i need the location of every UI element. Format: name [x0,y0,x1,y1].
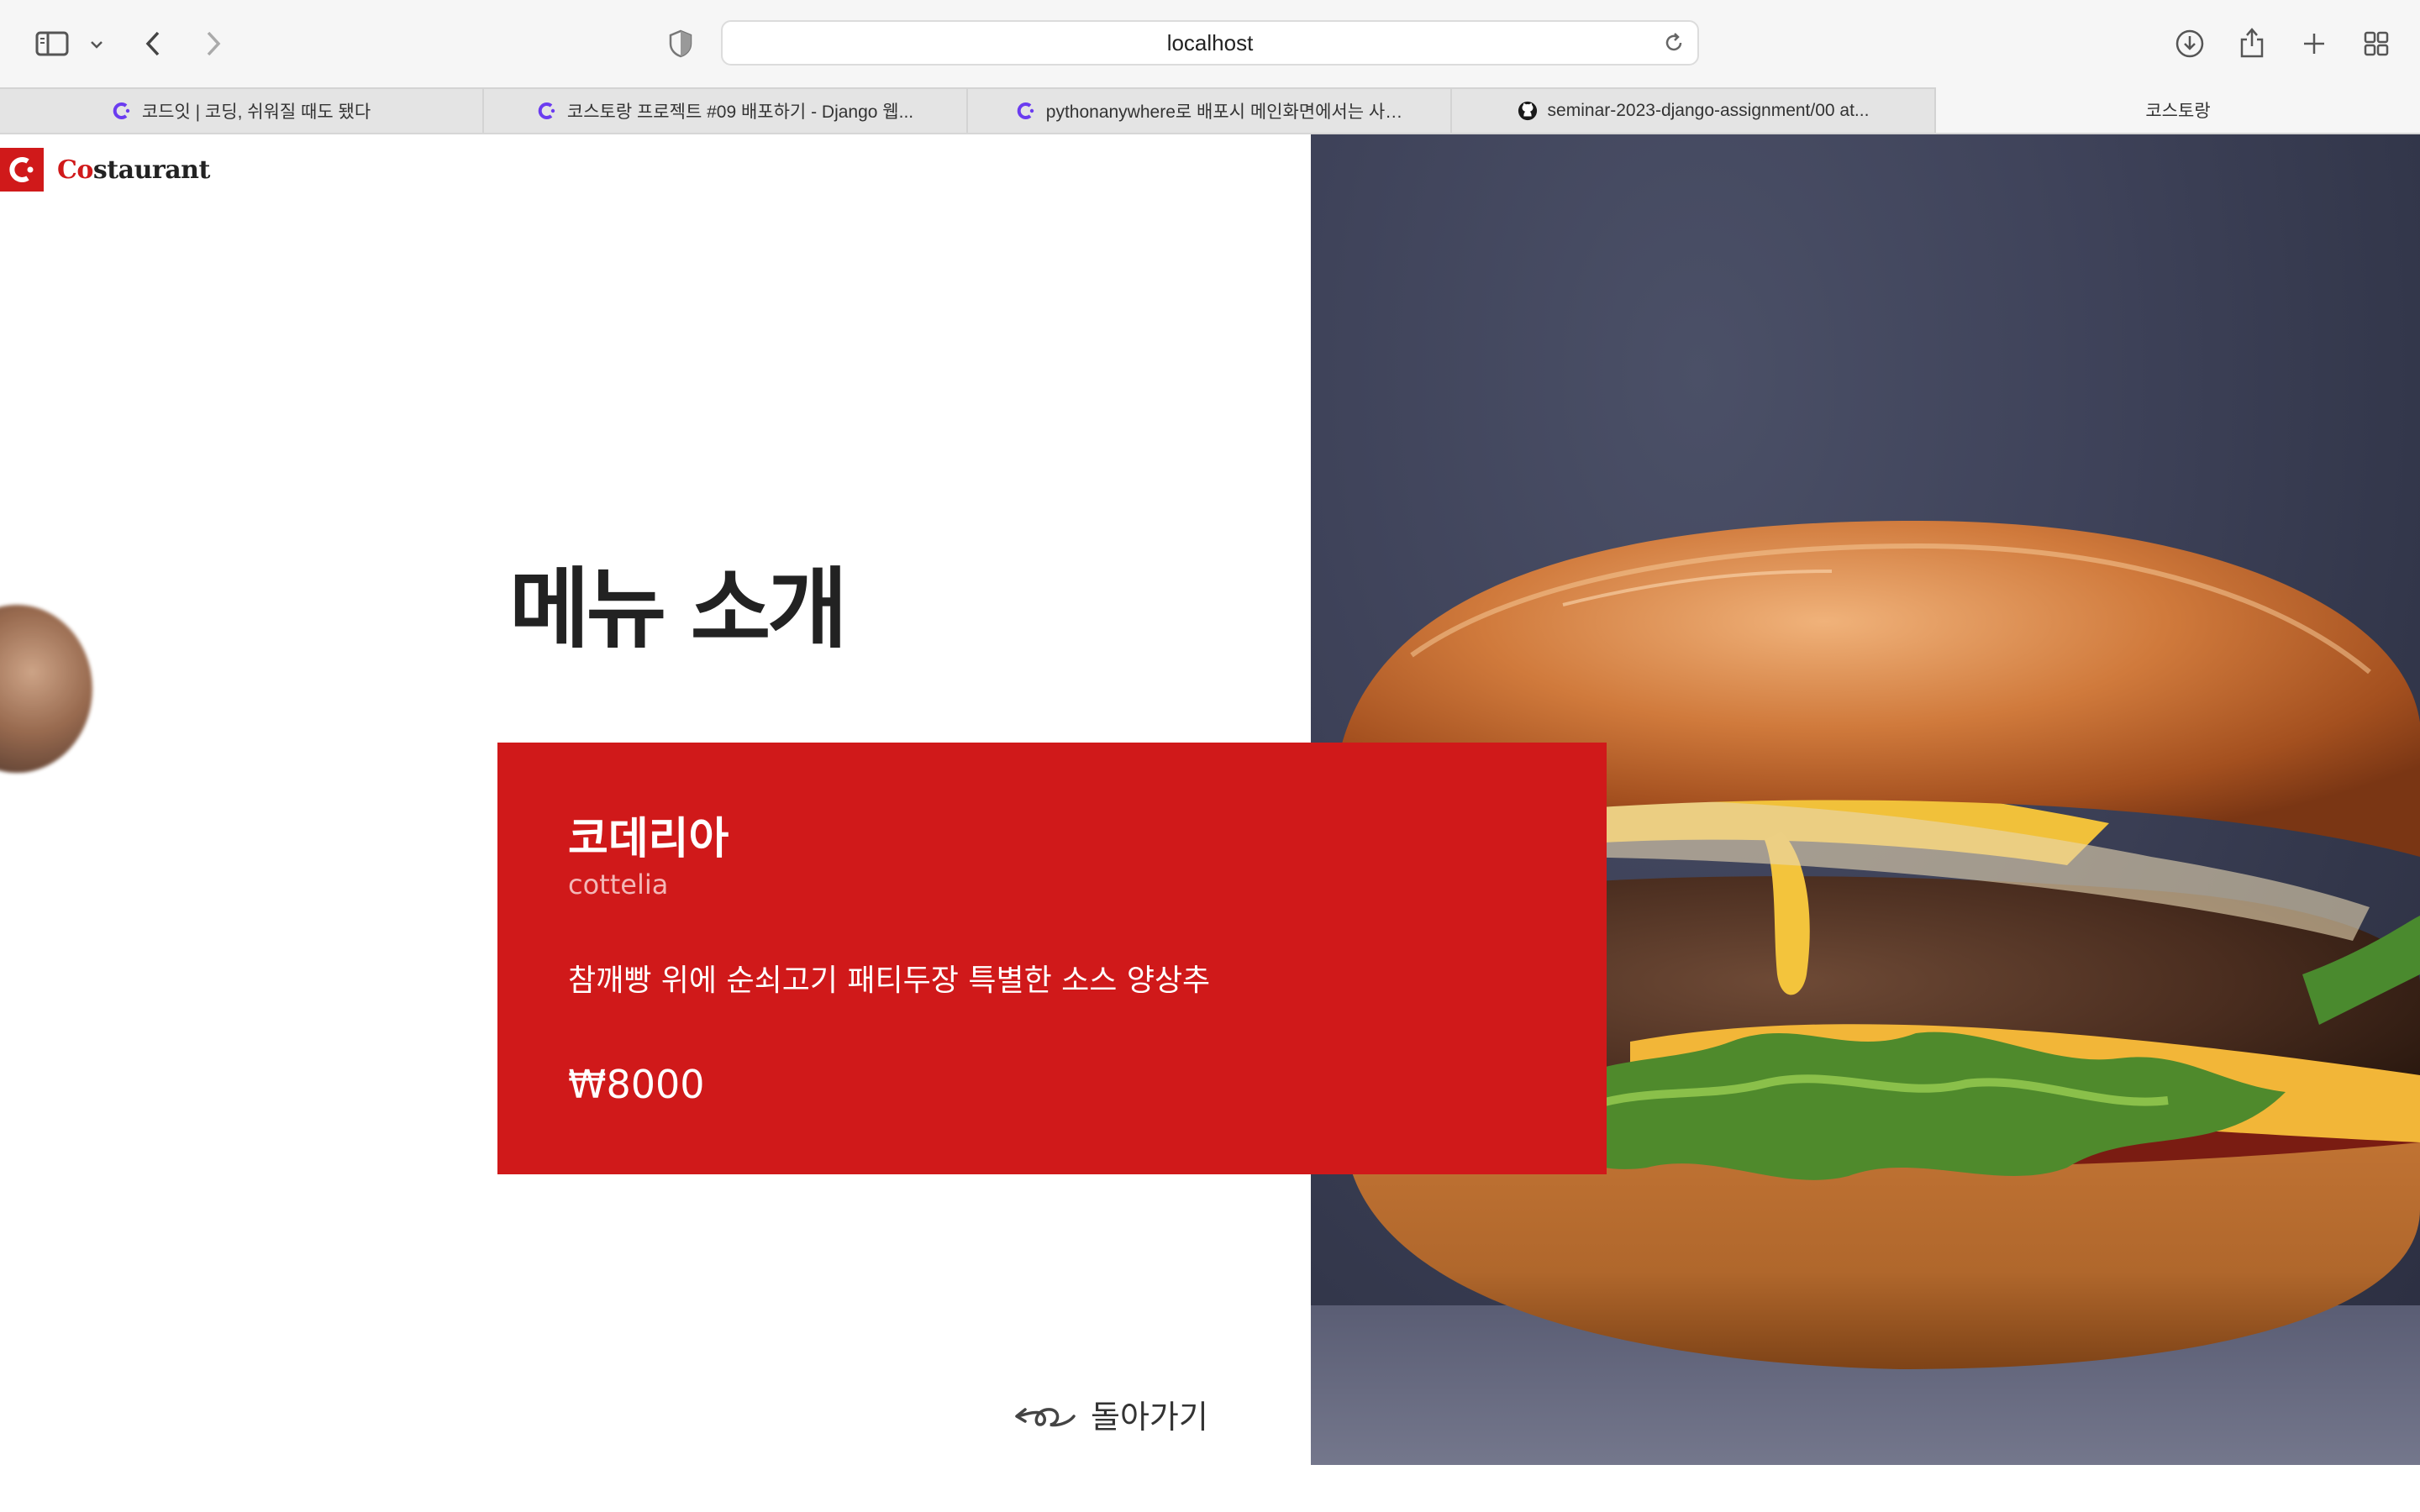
menu-price: ₩8000 [568,1062,705,1107]
page-content: Costaurant 메뉴 소개 코데리아 cottelia 참깨빵 위에 순쇠… [0,134,2420,1512]
chevron-down-icon [91,41,103,49]
chevron-right-icon [207,31,221,56]
page-title: 메뉴 소개 [509,557,848,660]
tab-group-dropdown-button[interactable] [84,32,109,57]
privacy-shield-button[interactable] [664,25,697,62]
download-icon [2175,29,2204,58]
codeit-icon [1016,101,1036,121]
menu-english-name: cottelia [568,869,669,900]
github-icon [1518,101,1538,121]
share-icon [2240,28,2264,58]
tab-title: 코드잇 | 코딩, 쉬워질 때도 됐다 [141,102,371,122]
browser-toolbar: localhost [0,0,2420,87]
forward-nav-button[interactable] [197,25,230,62]
sidebar-icon [35,31,69,56]
back-link-label: 돌아가기 [1091,1399,1208,1436]
tab-github-seminar[interactable]: seminar-2023-django-assignment/00 at... [1452,87,1936,133]
tab-costaurant-deploy[interactable]: 코스토랑 프로젝트 #09 배포하기 - Django 웹... [484,87,968,133]
codeit-icon [112,101,132,121]
address-bar[interactable]: localhost [721,20,1699,66]
logo-mark-icon [0,148,44,192]
curly-arrow-icon [1015,1407,1076,1426]
tab-overview-button[interactable] [2358,25,2395,62]
chevron-left-icon [145,31,160,56]
menu-name: 코데리아 [568,814,729,864]
new-tab-button[interactable] [2296,25,2333,62]
decorative-food-image [0,605,92,773]
site-logo[interactable]: Costaurant [0,148,210,192]
downloads-button[interactable] [2171,25,2208,62]
logo-text: Costaurant [57,155,210,185]
tab-title: pythonanywhere로 배포시 메인화면에서는 사… [1045,102,1403,122]
reload-icon [1665,33,1682,51]
share-button[interactable] [2233,22,2270,62]
menu-card: 코데리아 cottelia 참깨빵 위에 순쇠고기 패티두장 특별한 소스 양상… [497,743,1607,1174]
back-nav-button[interactable] [136,25,170,62]
tab-title: 코스토랑 프로젝트 #09 배포하기 - Django 웹... [566,102,914,122]
plus-icon [2304,34,2324,54]
back-link[interactable]: 돌아가기 [1013,1391,1208,1437]
tab-pythonanywhere-question[interactable]: pythonanywhere로 배포시 메인화면에서는 사… [968,87,1452,133]
shield-icon [669,29,692,58]
reload-button[interactable] [1662,31,1686,58]
sidebar-toggle-button[interactable] [32,25,72,62]
address-url: localhost [1166,29,1254,55]
tab-codeit-home[interactable]: 코드잇 | 코딩, 쉬워질 때도 됐다 [0,87,484,133]
tab-costaurant-active[interactable]: 코스토랑 [1936,87,2420,133]
tab-strip: 코드잇 | 코딩, 쉬워질 때도 됐다 코스토랑 프로젝트 #09 배포하기 -… [0,87,2420,134]
menu-description: 참깨빵 위에 순쇠고기 패티두장 특별한 소스 양상추 [568,963,1211,998]
grid-icon [2364,31,2389,56]
tab-title: 코스토랑 [2145,102,2211,121]
codeit-icon [537,101,557,121]
tab-title: seminar-2023-django-assignment/00 at... [1547,101,1870,120]
